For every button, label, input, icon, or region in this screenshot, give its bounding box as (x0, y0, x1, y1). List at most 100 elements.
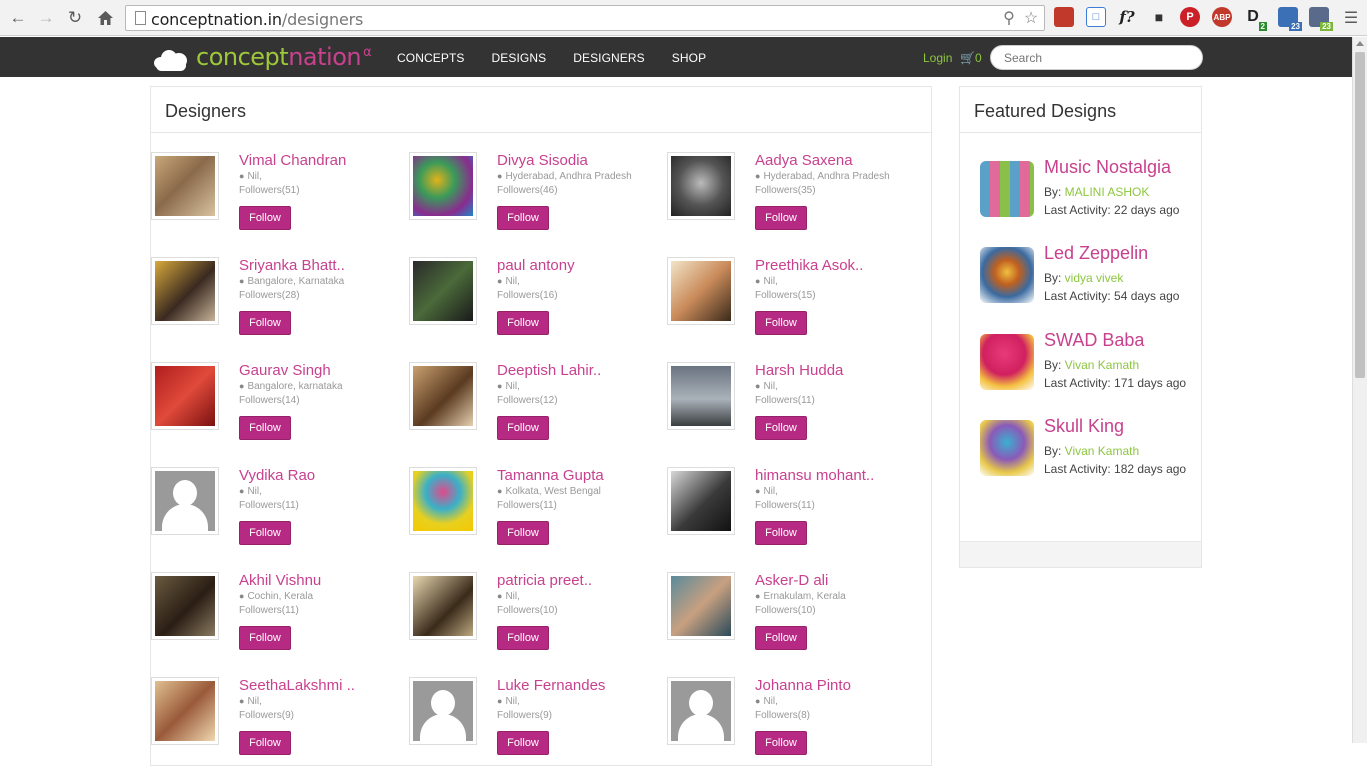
follow-button[interactable]: Follow (497, 731, 549, 755)
designer-avatar[interactable] (151, 152, 219, 220)
scroll-thumb[interactable] (1355, 52, 1365, 378)
follow-button[interactable]: Follow (239, 311, 291, 335)
designer-avatar[interactable] (409, 467, 477, 535)
extension-fontface-icon[interactable]: f? (1117, 7, 1137, 27)
designer-avatar[interactable] (667, 677, 735, 745)
address-bar[interactable]: conceptnation.in/designers ⚲ ☆ (125, 5, 1045, 31)
designer-followers: Followers(14) (239, 395, 300, 406)
featured-design-thumbnail[interactable] (980, 334, 1034, 390)
extension-d-icon[interactable]: D2 (1243, 7, 1267, 31)
designer-name[interactable]: Harsh Hudda (755, 362, 843, 379)
designer-avatar[interactable] (409, 152, 477, 220)
designer-avatar[interactable] (409, 572, 477, 640)
follow-button[interactable]: Follow (755, 521, 807, 545)
designer-avatar[interactable] (151, 677, 219, 745)
follow-button[interactable]: Follow (755, 311, 807, 335)
follow-button[interactable]: Follow (755, 416, 807, 440)
follow-button[interactable]: Follow (497, 521, 549, 545)
designer-avatar[interactable] (667, 362, 735, 430)
page-scrollbar[interactable] (1352, 37, 1367, 743)
featured-last-activity: Last Activity: 22 days ago (1044, 203, 1180, 217)
extension-window-icon[interactable]: □ (1086, 7, 1106, 27)
designer-name[interactable]: patricia preet.. (497, 572, 592, 589)
designer-avatar[interactable] (409, 677, 477, 745)
menu-item-designs[interactable]: DESIGNS (491, 51, 546, 65)
follow-button[interactable]: Follow (755, 731, 807, 755)
designer-name[interactable]: Luke Fernandes (497, 677, 605, 694)
follow-button[interactable]: Follow (239, 521, 291, 545)
follow-button[interactable]: Follow (497, 416, 549, 440)
extension-stack-icon[interactable]: 23 (1309, 7, 1333, 31)
reload-icon[interactable]: ↻ (64, 7, 86, 29)
designer-name[interactable]: SeethaLakshmi .. (239, 677, 355, 694)
designer-name[interactable]: Gaurav Singh (239, 362, 331, 379)
featured-item: SWAD Baba By: Vivan Kamath Last Activity: … (980, 330, 1200, 400)
follow-button[interactable]: Follow (755, 626, 807, 650)
pinterest-icon[interactable]: P (1180, 7, 1200, 27)
designer-name[interactable]: Sriyanka Bhatt.. (239, 257, 345, 274)
bookmark-star-icon[interactable]: ☆ (1022, 9, 1040, 27)
designer-name[interactable]: Divya Sisodia (497, 152, 588, 169)
featured-design-title[interactable]: Music Nostalgia (1044, 157, 1171, 178)
designer-name[interactable]: Akhil Vishnu (239, 572, 321, 589)
designer-name[interactable]: Vimal Chandran (239, 152, 346, 169)
designer-avatar[interactable] (151, 257, 219, 325)
designer-avatar[interactable] (409, 257, 477, 325)
extension-book-icon[interactable] (1054, 7, 1074, 27)
adblock-icon[interactable]: ABP (1212, 7, 1232, 27)
cart-link[interactable]: 🛒0 (960, 51, 982, 65)
site-search-input[interactable] (990, 45, 1203, 70)
home-icon[interactable] (94, 7, 116, 29)
follow-button[interactable]: Follow (755, 206, 807, 230)
designer-avatar[interactable] (667, 257, 735, 325)
menu-item-concepts[interactable]: CONCEPTS (397, 51, 464, 65)
follow-button[interactable]: Follow (239, 731, 291, 755)
extension-grid-icon[interactable]: 23 (1278, 7, 1302, 31)
featured-design-thumbnail[interactable] (980, 161, 1034, 217)
designer-avatar[interactable] (409, 362, 477, 430)
designer-avatar[interactable] (151, 362, 219, 430)
author-link[interactable]: MALINI ASHOK (1065, 185, 1150, 199)
designer-name[interactable]: Vydika Rao (239, 467, 315, 484)
back-icon[interactable]: ← (7, 7, 29, 29)
designer-name[interactable]: Johanna Pinto (755, 677, 851, 694)
designer-name[interactable]: Tamanna Gupta (497, 467, 604, 484)
author-link[interactable]: Vivan Kamath (1065, 444, 1140, 458)
designer-location: ● Nil, (755, 276, 778, 287)
featured-design-thumbnail[interactable] (980, 247, 1034, 303)
menu-item-designers[interactable]: DESIGNERS (573, 51, 645, 65)
designer-name[interactable]: Aadya Saxena (755, 152, 853, 169)
login-link[interactable]: Login (923, 51, 952, 65)
designer-avatar[interactable] (667, 572, 735, 640)
scroll-up-arrow-icon[interactable] (1356, 41, 1364, 46)
designer-location: ● Nil, (239, 486, 262, 497)
designer-name[interactable]: paul antony (497, 257, 575, 274)
featured-design-title[interactable]: Led Zeppelin (1044, 243, 1148, 264)
featured-design-title[interactable]: SWAD Baba (1044, 330, 1144, 351)
designer-name[interactable]: Deeptish Lahir.. (497, 362, 601, 379)
designer-avatar[interactable] (151, 467, 219, 535)
follow-button[interactable]: Follow (239, 626, 291, 650)
designer-avatar[interactable] (667, 467, 735, 535)
featured-design-thumbnail[interactable] (980, 420, 1034, 476)
designer-name[interactable]: himansu mohant.. (755, 467, 874, 484)
menu-item-shop[interactable]: SHOP (672, 51, 706, 65)
search-icon[interactable]: ⚲ (1000, 9, 1018, 27)
author-link[interactable]: vidya vivek (1065, 271, 1124, 285)
follow-button[interactable]: Follow (239, 206, 291, 230)
menu-icon[interactable]: ☰ (1340, 7, 1362, 29)
map-pin-icon: ● (755, 171, 761, 181)
designer-avatar[interactable] (151, 572, 219, 640)
featured-last-activity: Last Activity: 171 days ago (1044, 376, 1187, 390)
designer-name[interactable]: Preethika Asok.. (755, 257, 863, 274)
forward-icon[interactable]: → (35, 7, 57, 29)
author-link[interactable]: Vivan Kamath (1065, 358, 1140, 372)
follow-button[interactable]: Follow (239, 416, 291, 440)
follow-button[interactable]: Follow (497, 311, 549, 335)
extension-puzzle-icon[interactable]: ■ (1149, 7, 1169, 27)
designer-avatar[interactable] (667, 152, 735, 220)
featured-design-title[interactable]: Skull King (1044, 416, 1124, 437)
follow-button[interactable]: Follow (497, 206, 549, 230)
designer-name[interactable]: Asker-D ali (755, 572, 828, 589)
follow-button[interactable]: Follow (497, 626, 549, 650)
